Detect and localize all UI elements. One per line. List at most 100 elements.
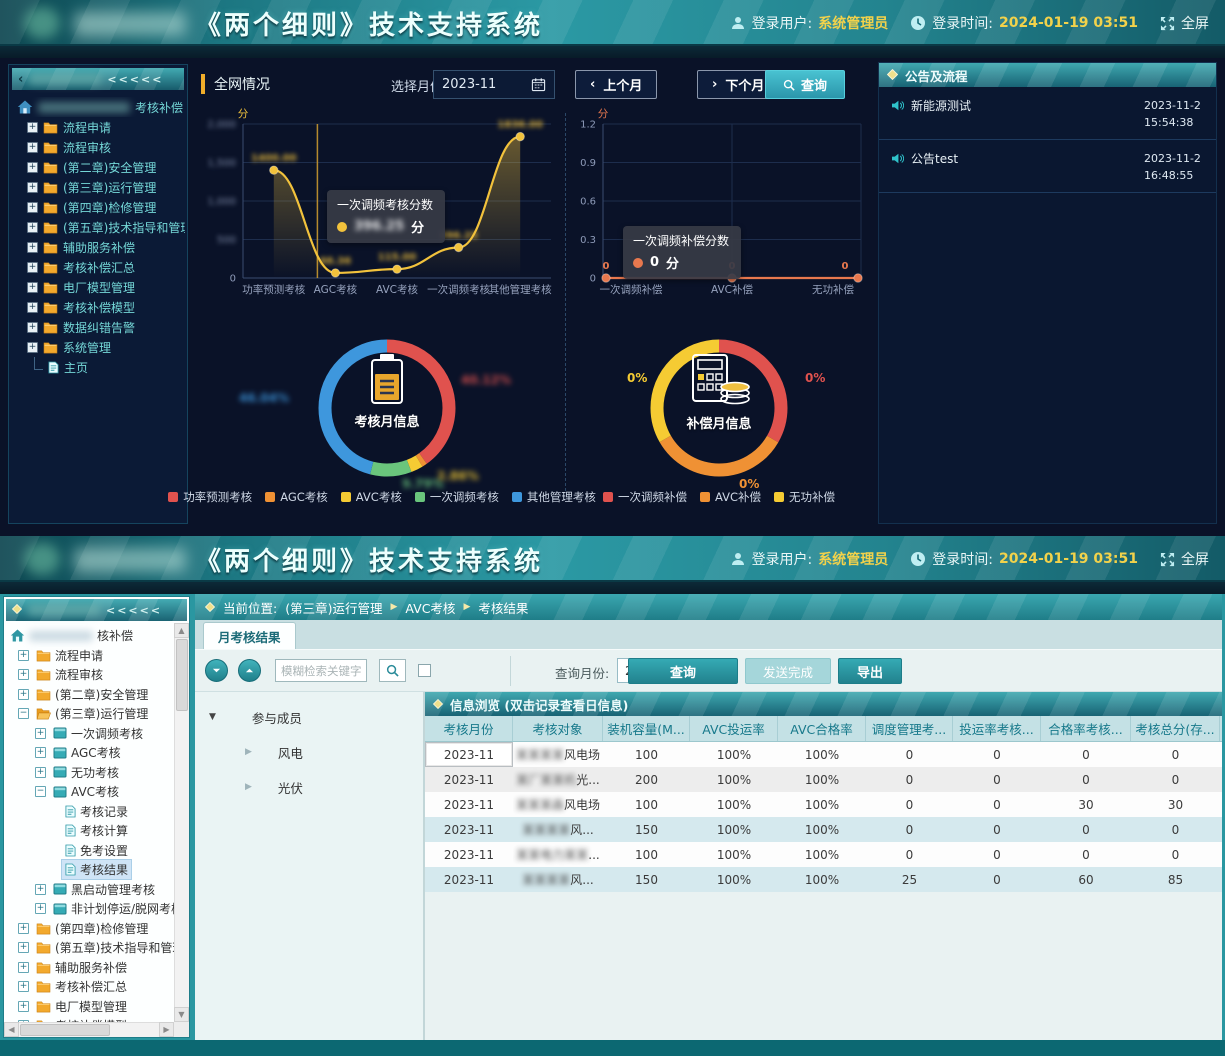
breadcrumb-item[interactable]: AVC考核 <box>405 598 455 617</box>
tree-item[interactable]: +一次调频考核 <box>10 724 174 744</box>
query-button[interactable]: 查询 <box>765 70 845 99</box>
plus-toggle-icon[interactable]: + <box>18 962 29 973</box>
scroll-left-icon[interactable]: ◀ <box>4 1022 19 1037</box>
plus-toggle-icon[interactable]: + <box>27 322 38 333</box>
scroll-down-icon[interactable]: ▼ <box>174 1007 189 1022</box>
tree-item[interactable]: +(第五章)技术指导和管理 <box>17 217 185 237</box>
vertical-scrollbar[interactable]: ▲ ▼ <box>174 623 189 1022</box>
legend-item[interactable]: 无功补偿 <box>774 489 835 505</box>
tree-item-root[interactable]: 核补偿 <box>10 626 174 646</box>
member-tree-item[interactable]: ▶光伏 <box>209 776 423 798</box>
legend-item[interactable]: AVC补偿 <box>700 489 761 505</box>
tree-item[interactable]: +AGC考核 <box>10 743 174 763</box>
tree-item[interactable]: +流程申请 <box>10 646 174 666</box>
tree-item[interactable]: +辅助服务补偿 <box>10 958 174 978</box>
filter-checkbox[interactable] <box>418 664 431 677</box>
month-select-input[interactable]: 2023-11 <box>433 70 555 99</box>
column-header[interactable]: 考核月份 <box>425 716 513 741</box>
table-row[interactable]: 2023-11某某某某风...150100%100%2506085 <box>425 867 1222 892</box>
column-header[interactable]: 合格率考核... <box>1041 716 1131 741</box>
announcement-item[interactable]: 公告test2023-11-216:48:55 <box>879 140 1216 193</box>
search-button[interactable] <box>379 659 406 682</box>
table-row[interactable]: 2023-11某某某某风电场100100%100%0000 <box>425 742 1222 767</box>
prev-month-button[interactable]: ‹上个月 <box>575 70 657 99</box>
table-row[interactable]: 2023-11某某电力某某...100100%100%0000 <box>425 842 1222 867</box>
plus-toggle-icon[interactable]: + <box>27 302 38 313</box>
plus-toggle-icon[interactable]: + <box>27 202 38 213</box>
plus-toggle-icon[interactable]: + <box>27 222 38 233</box>
tab-monthly-results[interactable]: 月考核结果 <box>203 622 296 649</box>
tree-item[interactable]: +流程审核 <box>10 665 174 685</box>
tree-item[interactable]: +(第四章)检修管理 <box>10 919 174 939</box>
plus-toggle-icon[interactable]: + <box>35 884 46 895</box>
triangle-down-icon[interactable]: ▼ <box>209 712 216 722</box>
minus-toggle-icon[interactable]: − <box>18 708 29 719</box>
tree-item[interactable]: +考核补偿汇总 <box>17 257 185 277</box>
fuzzy-search-input[interactable] <box>275 659 367 682</box>
column-header[interactable]: 考核总分(存... <box>1131 716 1220 741</box>
scroll-right-icon[interactable]: ▶ <box>159 1022 174 1037</box>
tree-item[interactable]: +考核补偿模型 <box>17 297 185 317</box>
fullscreen-button[interactable]: 全屏 <box>1160 549 1209 569</box>
plus-toggle-icon[interactable]: + <box>18 650 29 661</box>
column-header[interactable]: AVC投运率 <box>690 716 778 741</box>
column-header[interactable]: 考核对象 <box>513 716 603 741</box>
collapse-all-button[interactable] <box>238 659 261 682</box>
tree-item-selected[interactable]: 考核结果 <box>10 860 174 880</box>
plus-toggle-icon[interactable]: + <box>35 728 46 739</box>
tree-item[interactable]: +非计划停运/脱网考核 <box>10 899 174 919</box>
tree-item[interactable]: +系统管理 <box>17 337 185 357</box>
send-complete-button[interactable]: 发送完成 <box>745 658 831 684</box>
plus-toggle-icon[interactable]: + <box>18 981 29 992</box>
plus-toggle-icon[interactable]: + <box>27 242 38 253</box>
column-header[interactable]: 调度管理考... <box>866 716 953 741</box>
plus-toggle-icon[interactable]: + <box>27 162 38 173</box>
plus-toggle-icon[interactable]: + <box>27 282 38 293</box>
plus-toggle-icon[interactable]: + <box>27 122 38 133</box>
breadcrumb-item[interactable]: (第三章)运行管理 <box>285 598 382 617</box>
tree-item[interactable]: +数据纠错告警 <box>17 317 185 337</box>
legend-item[interactable]: AVC考核 <box>341 489 402 505</box>
tree-item[interactable]: −AVC考核 <box>10 782 174 802</box>
tree-item[interactable]: −(第三章)运行管理 <box>10 704 174 724</box>
tree-item[interactable]: 考核计算 <box>10 821 174 841</box>
tree-item[interactable]: +流程审核 <box>17 137 185 157</box>
plus-toggle-icon[interactable]: + <box>27 342 38 353</box>
tree-item[interactable]: +(第三章)运行管理 <box>17 177 185 197</box>
column-header[interactable]: 投运率考核... <box>953 716 1041 741</box>
triangle-right-icon[interactable]: ▶ <box>245 782 252 792</box>
tree-item[interactable]: 考核记录 <box>10 802 174 822</box>
expand-all-button[interactable] <box>205 659 228 682</box>
legend-item[interactable]: 一次调频考核 <box>415 489 499 505</box>
plus-toggle-icon[interactable]: + <box>27 142 38 153</box>
tree-item[interactable]: +(第四章)检修管理 <box>17 197 185 217</box>
tree-item-root[interactable]: 考核补偿 <box>17 97 185 117</box>
tree-item[interactable]: +黑启动管理考核 <box>10 880 174 900</box>
tree-item[interactable]: +考核补偿汇总 <box>10 977 174 997</box>
query-button[interactable]: 查询 <box>628 658 738 684</box>
breadcrumb-item[interactable]: 考核结果 <box>478 598 528 617</box>
plus-toggle-icon[interactable]: + <box>27 262 38 273</box>
scrollbar-thumb[interactable] <box>176 639 188 711</box>
tree-item[interactable]: 免考设置 <box>10 841 174 861</box>
legend-item[interactable]: 功率预测考核 <box>168 489 252 505</box>
plus-toggle-icon[interactable]: + <box>18 923 29 934</box>
tree-item[interactable]: +(第五章)技术指导和管理 <box>10 938 174 958</box>
tree-item[interactable]: +电厂模型管理 <box>17 277 185 297</box>
tree-item[interactable]: +流程申请 <box>17 117 185 137</box>
sidebar-collapse-header[interactable]: <<<<< <box>6 599 187 621</box>
plus-toggle-icon[interactable]: + <box>18 689 29 700</box>
legend-item[interactable]: AGC考核 <box>265 489 328 505</box>
fullscreen-button[interactable]: 全屏 <box>1160 13 1209 33</box>
export-button[interactable]: 导出 <box>838 658 902 684</box>
tree-item[interactable]: +(第二章)安全管理 <box>10 685 174 705</box>
plus-toggle-icon[interactable]: + <box>18 942 29 953</box>
legend-item[interactable]: 一次调频补偿 <box>603 489 687 505</box>
scrollbar-thumb[interactable] <box>20 1024 110 1036</box>
triangle-right-icon[interactable]: ▶ <box>245 747 252 757</box>
minus-toggle-icon[interactable]: − <box>35 786 46 797</box>
member-tree-item[interactable]: ▶风电 <box>209 741 423 763</box>
tree-item-home[interactable]: 主页 <box>17 357 185 377</box>
announcement-item[interactable]: 新能源测试2023-11-215:54:38 <box>879 87 1216 140</box>
column-header[interactable]: AVC合格率 <box>778 716 866 741</box>
